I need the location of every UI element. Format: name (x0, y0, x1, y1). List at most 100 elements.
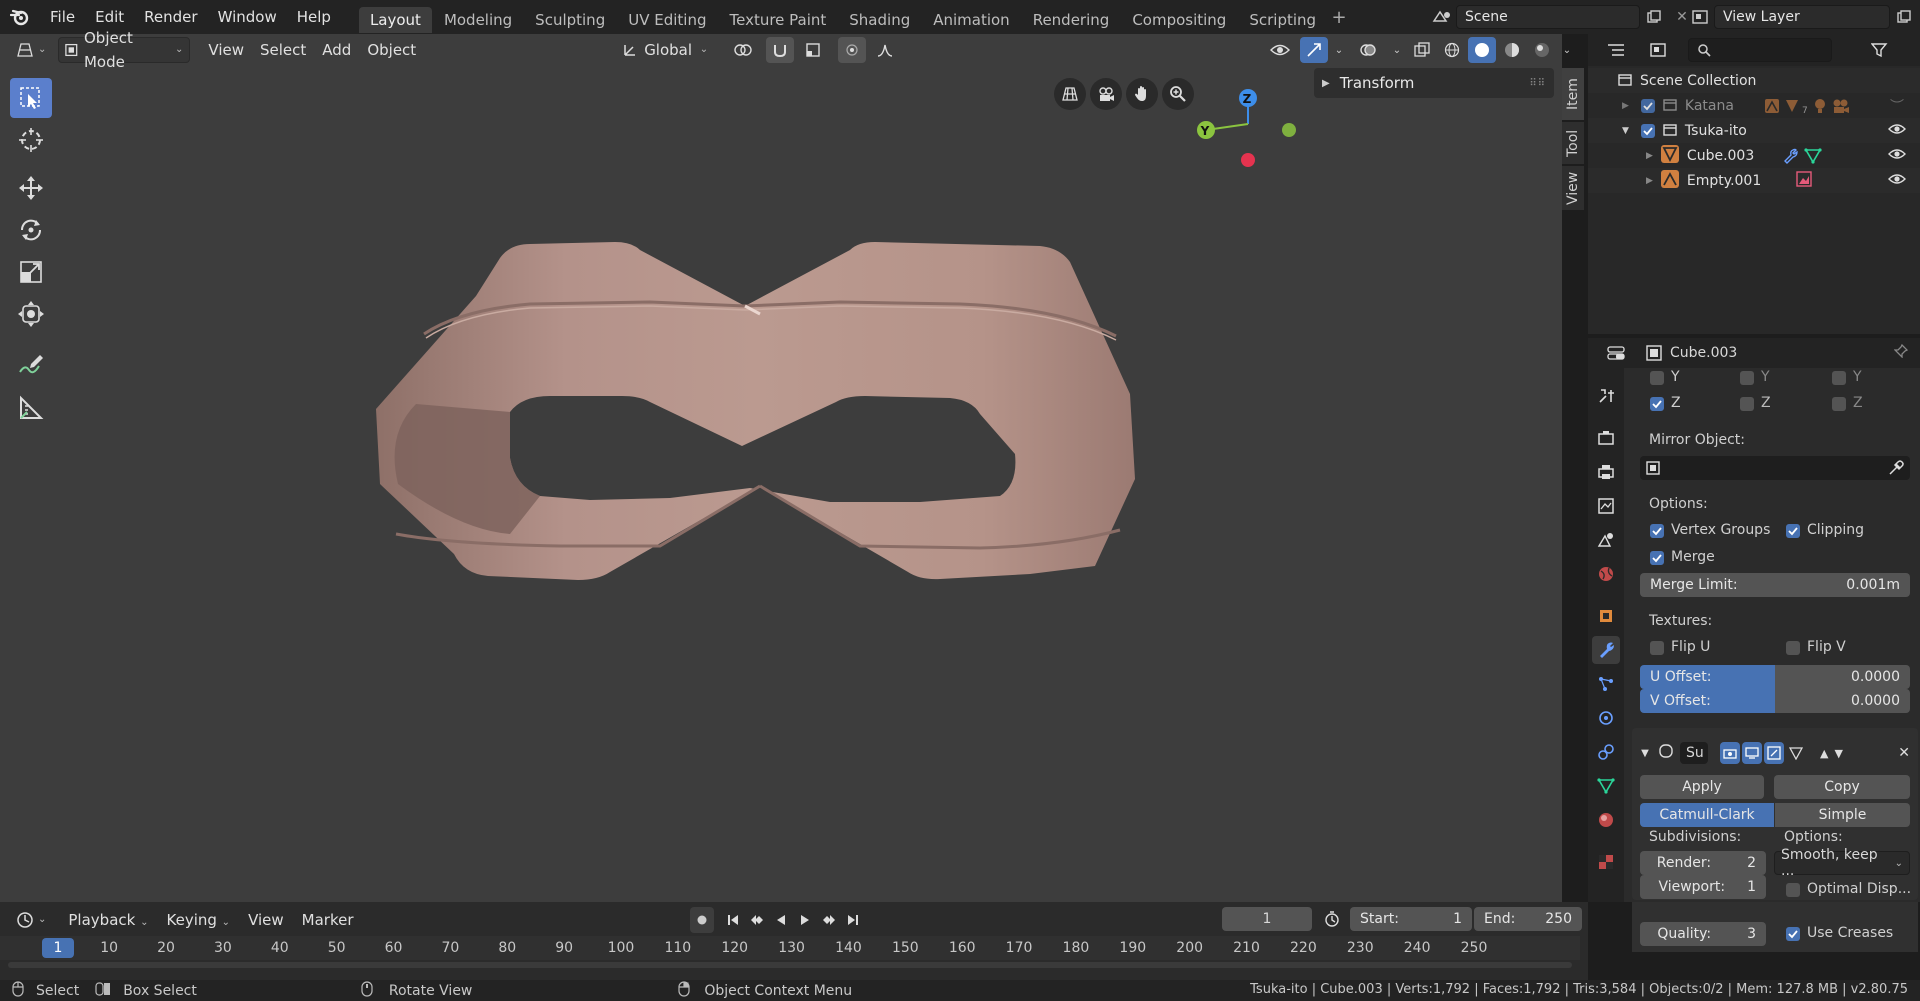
cursor-tool[interactable] (10, 120, 52, 160)
mode-dropdown[interactable]: Object Mode ⌄ (58, 29, 191, 71)
chevron-down-icon[interactable]: ⌄ (1330, 37, 1348, 63)
render-toggle-icon[interactable] (1764, 742, 1784, 764)
tab-tool-settings[interactable] (1592, 382, 1620, 410)
eye-icon[interactable] (1888, 173, 1906, 189)
timeline-scrollbar[interactable] (8, 962, 1572, 968)
tab-scripting[interactable]: Scripting (1238, 7, 1327, 33)
timeline-editor-type-dropdown[interactable]: ⌄ (10, 907, 52, 933)
prev-keyframe-icon[interactable] (746, 907, 768, 933)
tab-item[interactable]: Item (1562, 68, 1584, 120)
visibility-icon[interactable] (1262, 37, 1298, 63)
tab-sculpting[interactable]: Sculpting (524, 7, 616, 33)
tab-modifiers[interactable] (1592, 636, 1620, 664)
flip-axis-z-checkbox[interactable] (1832, 397, 1846, 411)
outliner-editor-type-icon[interactable] (1598, 37, 1634, 63)
viewport-levels-field[interactable]: Viewport: 1 (1640, 875, 1766, 899)
uv-smooth-dropdown[interactable]: Smooth, keep ... ⌄ (1774, 847, 1910, 879)
mirror-axis-z-checkbox[interactable] (1650, 397, 1664, 411)
expand-arrow-icon[interactable]: ▶ (1646, 176, 1653, 186)
bisect-axis-y-checkbox[interactable] (1740, 371, 1754, 385)
outliner-item-empty-001[interactable]: ▶ Empty.001 (1588, 168, 1920, 193)
transform-panel-header[interactable]: ▶ Transform ⠿⠿ (1314, 68, 1554, 98)
quality-field[interactable]: Quality: 3 (1640, 922, 1766, 946)
visibility-hidden-icon[interactable]: ︶ (1890, 96, 1904, 116)
marker-menu[interactable]: Marker (294, 908, 362, 932)
tab-render[interactable] (1592, 424, 1620, 452)
mirror-object-field[interactable] (1640, 456, 1910, 480)
move-up-icon[interactable]: ▲ (1820, 747, 1828, 760)
tab-rendering[interactable]: Rendering (1022, 7, 1121, 33)
outliner-item-katana[interactable]: ▶ Katana 7 ︶ (1588, 93, 1920, 118)
material-shading-icon[interactable] (1498, 37, 1526, 63)
tab-object[interactable] (1592, 602, 1620, 630)
mirror-axis-y-checkbox[interactable] (1650, 371, 1664, 385)
select-box-tool[interactable] (10, 78, 52, 118)
tab-view-layer[interactable] (1592, 492, 1620, 520)
pin-icon[interactable] (1893, 343, 1909, 362)
wireframe-shading-icon[interactable] (1438, 37, 1466, 63)
viewport-menu-add[interactable]: Add (314, 38, 359, 62)
keying-menu[interactable]: Keying ⌄ (159, 908, 239, 932)
zoom-icon[interactable] (1162, 78, 1194, 110)
apply-button[interactable]: Apply (1640, 775, 1764, 799)
proportional-edit-icon[interactable] (838, 37, 867, 63)
tab-material[interactable] (1592, 806, 1620, 834)
scene-icon[interactable] (1428, 4, 1456, 30)
tab-compositing[interactable]: Compositing (1121, 7, 1237, 33)
eye-icon[interactable] (1888, 148, 1906, 164)
viewport-menu-view[interactable]: View (200, 38, 252, 62)
frame-ruler[interactable]: 1 10 20 30 40 50 60 70 80 90 100 110 120 130 140 150 160… (0, 936, 1580, 960)
add-workspace-icon[interactable]: + (1328, 7, 1350, 28)
render-levels-field[interactable]: Render: 2 (1640, 851, 1766, 875)
rendered-shading-icon[interactable] (1528, 37, 1556, 63)
simple-button[interactable]: Simple (1775, 803, 1910, 827)
jump-start-icon[interactable] (722, 907, 744, 933)
cage-toggle-icon[interactable] (1786, 742, 1806, 764)
menu-file[interactable]: File (40, 0, 85, 34)
properties-editor-type-icon[interactable] (1598, 340, 1634, 366)
falloff-icon[interactable] (868, 37, 902, 63)
rotate-tool[interactable] (10, 210, 52, 250)
tab-particles[interactable] (1592, 670, 1620, 698)
tab-world[interactable] (1592, 560, 1620, 588)
exclude-checkbox[interactable] (1640, 98, 1655, 113)
tab-texture-paint[interactable]: Texture Paint (718, 7, 837, 33)
clipping-checkbox[interactable] (1786, 524, 1800, 538)
transform-tool[interactable] (10, 294, 52, 334)
tab-shading[interactable]: Shading (838, 7, 921, 33)
flip-v-checkbox[interactable] (1786, 641, 1800, 655)
camera-view-icon[interactable] (1090, 78, 1122, 110)
outliner-search-input[interactable] (1688, 38, 1832, 62)
blender-logo-icon[interactable] (0, 8, 40, 26)
view-layer-icon[interactable] (1686, 4, 1714, 30)
remove-modifier-icon[interactable]: ✕ (1898, 745, 1910, 761)
eye-icon[interactable] (1888, 123, 1906, 139)
tab-constraints[interactable] (1592, 738, 1620, 766)
merge-limit-field[interactable]: Merge Limit: 0.001m (1640, 573, 1910, 597)
play-reverse-icon[interactable] (770, 907, 792, 933)
collapse-arrow-icon[interactable]: ▼ (1638, 748, 1652, 759)
tab-physics[interactable] (1592, 704, 1620, 732)
tab-animation[interactable]: Animation (922, 7, 1020, 33)
annotate-tool[interactable] (10, 344, 52, 384)
collapse-arrow-icon[interactable]: ▼ (1622, 126, 1629, 136)
tab-view[interactable]: View (1562, 166, 1584, 210)
measure-tool[interactable] (10, 388, 52, 428)
overlays-icon[interactable] (1350, 37, 1386, 63)
u-offset-field[interactable]: U Offset: 0.0000 (1640, 665, 1910, 689)
scene-field[interactable]: Scene (1456, 5, 1640, 29)
scale-tool[interactable] (10, 252, 52, 292)
editor-type-dropdown[interactable]: ⌄ (10, 37, 52, 63)
modifier-name-field[interactable]: Su (1680, 742, 1708, 764)
tab-texture[interactable] (1592, 848, 1620, 876)
play-icon[interactable] (794, 907, 816, 933)
3d-viewport[interactable]: Z Y (0, 34, 1562, 902)
jump-end-icon[interactable] (842, 907, 864, 933)
viewport-menu-object[interactable]: Object (359, 38, 424, 62)
current-frame-field[interactable]: 1 (1222, 907, 1312, 931)
tab-tool[interactable]: Tool (1562, 122, 1584, 164)
filter-icon[interactable] (1862, 37, 1898, 63)
use-preview-range-icon[interactable] (1318, 906, 1346, 932)
timeline-view-menu[interactable]: View (240, 908, 292, 932)
outliner-item-cube-003[interactable]: ▶ Cube.003 (1588, 143, 1920, 168)
